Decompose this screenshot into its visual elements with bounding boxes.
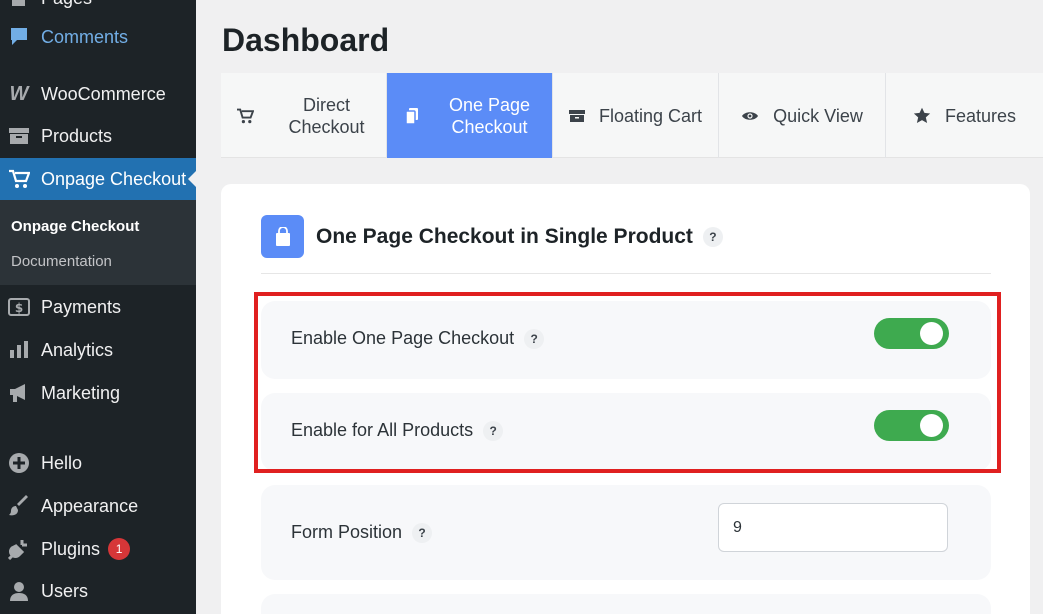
enable-one-page-checkout-toggle[interactable]: [874, 318, 949, 349]
sidebar-item-label: Plugins: [41, 538, 101, 559]
megaphone-icon: [7, 381, 31, 405]
form-position-input[interactable]: [718, 503, 948, 552]
sidebar-item-hello[interactable]: Hello: [0, 443, 196, 483]
sidebar-item-label: WooCommerce: [41, 83, 166, 104]
card-header: One Page Checkout in Single Product ?: [261, 215, 723, 258]
sidebar-item-users[interactable]: Users: [0, 571, 196, 611]
enable-all-products-toggle[interactable]: [874, 410, 949, 441]
paintbrush-icon: [7, 494, 31, 518]
setting-label-wrap: Enable for All Products ?: [291, 420, 504, 441]
dollar-icon: $: [7, 295, 31, 319]
setting-row-enable-all-products: Enable for All Products ?: [261, 393, 991, 471]
sidebar-item-onpage-checkout[interactable]: Onpage Checkout: [0, 158, 196, 200]
help-icon[interactable]: ?: [483, 420, 504, 441]
tab-direct-checkout[interactable]: Direct Checkout: [221, 73, 387, 158]
comment-icon: [7, 25, 31, 49]
sidebar-item-label: Users: [41, 580, 89, 601]
active-indicator: [188, 171, 196, 187]
admin-sidebar: Pages Comments W WooCommerce Products On…: [0, 0, 196, 614]
tab-label: One Page Checkout: [448, 94, 531, 137]
user-icon: [7, 579, 31, 603]
sidebar-item-plugins[interactable]: Plugins 1: [0, 529, 196, 569]
plug-icon: [7, 537, 31, 561]
shopping-bag-icon: [261, 215, 304, 258]
sidebar-item-label: Hello: [41, 452, 83, 473]
page-title: Dashboard: [222, 22, 390, 58]
help-icon[interactable]: ?: [412, 522, 433, 543]
box-icon: [568, 109, 585, 123]
sidebar-item-appearance[interactable]: Appearance: [0, 486, 196, 526]
tab-floating-cart[interactable]: Floating Cart: [553, 73, 719, 158]
archive-icon: [7, 124, 31, 148]
onpage-checkout-submenu: Onpage Checkout Documentation: [0, 200, 196, 285]
sidebar-item-comments[interactable]: Comments: [0, 17, 196, 57]
tab-label: Quick View: [773, 105, 863, 126]
help-icon[interactable]: ?: [702, 226, 723, 247]
sidebar-item-products[interactable]: Products: [0, 116, 196, 156]
setting-row-enable-one-page-checkout: Enable One Page Checkout ?: [261, 301, 991, 379]
sidebar-item-woocommerce[interactable]: W WooCommerce: [0, 74, 196, 114]
tab-label: Features: [944, 105, 1017, 126]
setting-label: Enable One Page Checkout: [291, 328, 515, 348]
toggle-knob: [920, 322, 943, 345]
tab-label: Floating Cart: [598, 105, 703, 126]
woocommerce-icon: W: [9, 82, 29, 105]
submenu-item-onpage-checkout[interactable]: Onpage Checkout: [11, 218, 139, 235]
bar-chart-icon: [7, 338, 31, 362]
tab-one-page-checkout[interactable]: One Page Checkout: [387, 73, 553, 158]
svg-text:$: $: [15, 301, 23, 315]
sidebar-item-label: Products: [41, 125, 113, 146]
plus-circle-icon: [7, 451, 31, 475]
setting-label-wrap: Enable One Page Checkout ?: [291, 328, 545, 349]
tab-quick-view[interactable]: Quick View: [719, 73, 886, 158]
sidebar-item-label: Analytics: [41, 339, 114, 360]
sidebar-item-pages[interactable]: Pages: [0, 0, 196, 18]
sidebar-item-label: Payments: [41, 296, 122, 317]
tab-features[interactable]: Features: [886, 73, 1043, 158]
copy-icon: [404, 107, 419, 125]
card-title: One Page Checkout in Single Product: [316, 224, 693, 248]
tab-label: Direct Checkout: [288, 94, 365, 137]
update-count-badge: 1: [108, 538, 131, 560]
setting-row-form-position: Form Position ?: [261, 485, 991, 580]
submenu-item-documentation[interactable]: Documentation: [11, 253, 112, 270]
cart-icon: [7, 167, 31, 191]
divider: [261, 273, 991, 274]
settings-card: One Page Checkout in Single Product ? En…: [221, 184, 1030, 614]
setting-label: Form Position: [291, 522, 403, 542]
pages-icon: [7, 0, 31, 10]
settings-tabs: Direct Checkout One Page Checkout Floati…: [221, 73, 1043, 158]
help-icon[interactable]: ?: [524, 328, 545, 349]
sidebar-item-label: Comments: [41, 26, 129, 47]
setting-row-partial: [261, 594, 991, 614]
setting-label: Enable for All Products: [291, 420, 474, 440]
sidebar-item-analytics[interactable]: Analytics: [0, 330, 196, 370]
star-icon: [913, 107, 931, 124]
sidebar-item-payments[interactable]: $ Payments: [0, 287, 196, 327]
setting-label-wrap: Form Position ?: [291, 522, 433, 543]
sidebar-item-label: Appearance: [41, 495, 139, 516]
sidebar-item-label: Pages: [41, 0, 92, 9]
sidebar-item-label: Onpage Checkout: [41, 168, 187, 189]
eye-icon: [741, 110, 759, 122]
sidebar-item-label: Marketing: [41, 382, 121, 403]
cart-icon: [236, 108, 254, 124]
toggle-knob: [920, 414, 943, 437]
sidebar-item-marketing[interactable]: Marketing: [0, 373, 196, 413]
